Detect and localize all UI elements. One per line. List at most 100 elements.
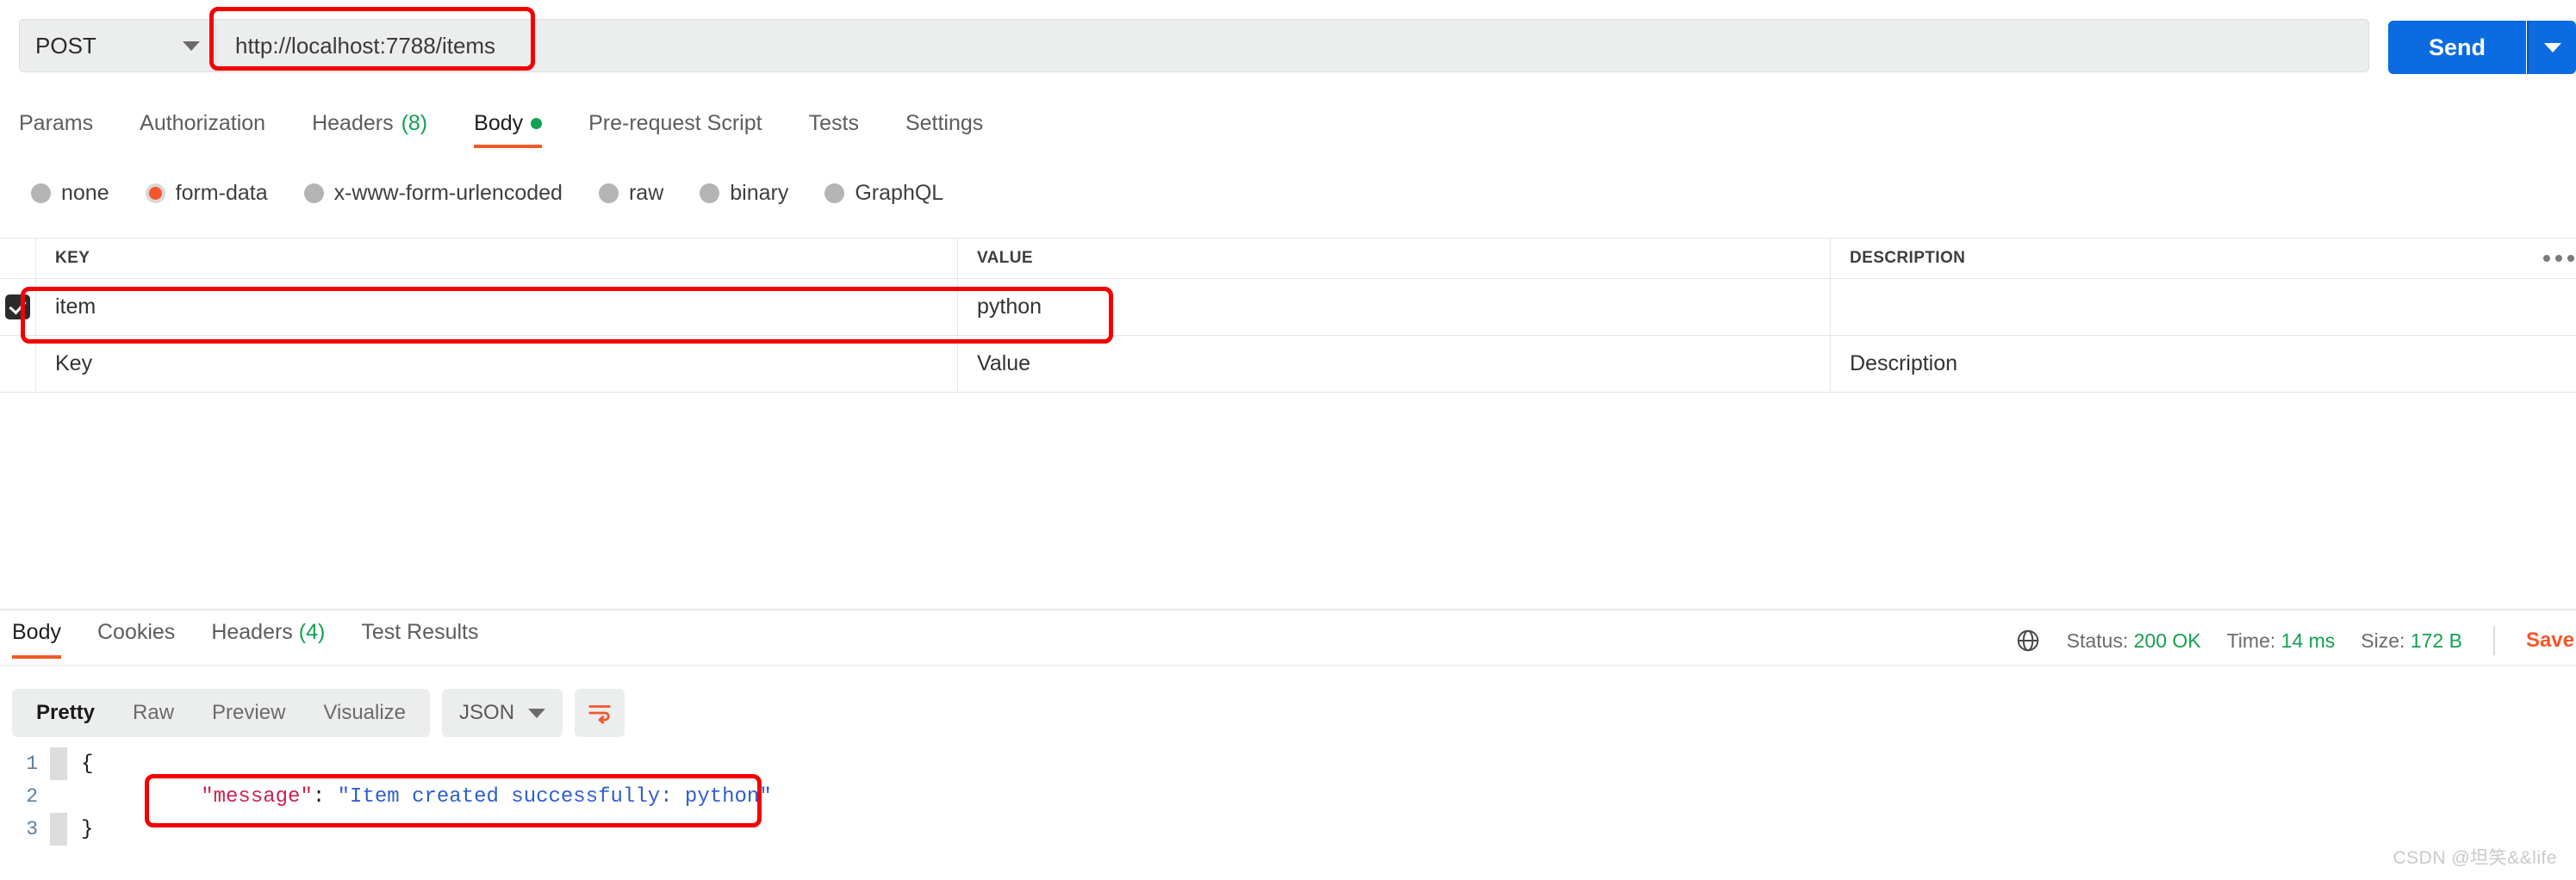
body-type-label: x-www-form-urlencoded bbox=[333, 180, 563, 205]
body-type-binary[interactable]: binary bbox=[700, 181, 788, 206]
http-method-label: POST bbox=[35, 32, 96, 59]
ellipsis-icon[interactable] bbox=[2543, 255, 2574, 262]
tab-label: Settings bbox=[905, 111, 984, 135]
table-row[interactable]: item python bbox=[0, 279, 2576, 336]
view-visualize[interactable]: Visualize bbox=[304, 689, 425, 737]
url-bar: POST http://localhost:7788/items Send bbox=[0, 7, 2576, 74]
row-description-input[interactable] bbox=[1831, 279, 2576, 335]
line-number: 1 bbox=[26, 753, 38, 775]
radio-icon bbox=[700, 183, 720, 203]
size-value: 172 B bbox=[2410, 629, 2462, 652]
header-key: KEY bbox=[36, 239, 958, 278]
tab-pre-request-script[interactable]: Pre-request Script bbox=[588, 108, 762, 148]
row-enabled-checkbox[interactable] bbox=[5, 294, 30, 319]
response-tab-headers-count: (4) bbox=[298, 620, 326, 644]
size-label: Size: bbox=[2361, 629, 2405, 652]
chevron-down-icon bbox=[183, 40, 200, 51]
postman-request-window: POST http://localhost:7788/items Send Pa… bbox=[0, 0, 2576, 880]
tab-label: Authorization bbox=[140, 111, 266, 135]
response-tab-body[interactable]: Body bbox=[12, 617, 61, 659]
http-method-dropdown[interactable]: POST bbox=[19, 19, 215, 72]
radio-icon bbox=[824, 183, 845, 203]
response-format-toolbar: Pretty Raw Preview Visualize JSON bbox=[12, 689, 625, 737]
response-status-bar: Status: 200 OK Time: 14 ms Size: 172 B S… bbox=[2015, 626, 2576, 655]
radio-icon bbox=[303, 183, 324, 203]
code-text: "message": "Item created successfully: p… bbox=[67, 762, 772, 832]
response-tab-test-results[interactable]: Test Results bbox=[361, 617, 478, 659]
status-value: 200 OK bbox=[2133, 629, 2201, 652]
row-value-input[interactable]: python bbox=[958, 279, 1831, 335]
body-type-none[interactable]: none bbox=[31, 181, 109, 206]
tab-label: Pre-request Script bbox=[588, 111, 762, 135]
view-raw[interactable]: Raw bbox=[114, 689, 193, 737]
response-view-switcher: Pretty Raw Preview Visualize bbox=[12, 689, 431, 737]
view-pretty[interactable]: Pretty bbox=[17, 689, 114, 737]
size-group: Size: 172 B bbox=[2361, 629, 2462, 653]
body-type-raw[interactable]: raw bbox=[598, 181, 663, 206]
word-wrap-toggle[interactable] bbox=[575, 689, 625, 737]
header-checkbox-cell bbox=[0, 239, 36, 278]
chevron-down-icon bbox=[528, 708, 546, 718]
tab-settings[interactable]: Settings bbox=[905, 108, 983, 148]
header-value: VALUE bbox=[958, 239, 1831, 278]
tab-label: Headers bbox=[312, 111, 394, 135]
response-tab-headers[interactable]: Headers (4) bbox=[211, 617, 325, 659]
response-tab-cookies[interactable]: Cookies bbox=[97, 617, 175, 659]
watermark: CSDN @坦笑&&life bbox=[2392, 848, 2557, 868]
json-key: "message" bbox=[201, 784, 313, 809]
body-type-form-data[interactable]: form-data bbox=[145, 180, 268, 206]
tab-headers[interactable]: Headers (8) bbox=[312, 108, 427, 148]
fold-gutter[interactable] bbox=[50, 813, 67, 846]
body-present-dot-icon bbox=[531, 118, 543, 129]
response-language-dropdown[interactable]: JSON bbox=[442, 689, 563, 737]
status-label: Status: bbox=[2066, 629, 2129, 652]
placeholder-key-input[interactable]: Key bbox=[36, 336, 958, 392]
tab-params[interactable]: Params bbox=[19, 108, 93, 148]
tab-count-badge: (8) bbox=[401, 111, 428, 135]
radio-icon bbox=[598, 183, 619, 203]
line-number: 3 bbox=[26, 818, 38, 840]
response-divider bbox=[0, 609, 2576, 610]
fold-gutter bbox=[50, 780, 67, 813]
view-preview[interactable]: Preview bbox=[193, 689, 304, 737]
request-url-input[interactable]: http://localhost:7788/items bbox=[215, 19, 2369, 72]
tab-tests[interactable]: Tests bbox=[809, 108, 859, 148]
body-type-label: none bbox=[61, 180, 109, 205]
body-type-label: form-data bbox=[175, 180, 268, 205]
save-response-button[interactable]: Save bbox=[2526, 629, 2576, 653]
placeholder-description-input[interactable]: Description bbox=[1831, 336, 2576, 392]
response-tabs-underline bbox=[0, 665, 2576, 666]
response-language-label: JSON bbox=[459, 701, 515, 724]
tab-body[interactable]: Body bbox=[474, 108, 543, 148]
send-options-button[interactable] bbox=[2527, 21, 2576, 74]
word-wrap-icon bbox=[588, 705, 611, 724]
divider bbox=[2492, 626, 2495, 655]
row-key-input[interactable]: item bbox=[36, 279, 958, 335]
body-type-label: binary bbox=[730, 180, 789, 205]
radio-selected-icon bbox=[145, 183, 165, 203]
body-type-x-www-form-urlencoded[interactable]: x-www-form-urlencoded bbox=[303, 180, 563, 206]
tab-authorization[interactable]: Authorization bbox=[140, 108, 265, 148]
header-description-label: DESCRIPTION bbox=[1850, 249, 1966, 267]
response-tabs: Body Cookies Headers (4) Test Results bbox=[0, 617, 515, 665]
tab-label: Body bbox=[474, 111, 524, 135]
code-text: } bbox=[81, 817, 94, 841]
placeholder-value-input[interactable]: Value bbox=[958, 336, 1831, 392]
table-row-placeholder[interactable]: Key Value Description bbox=[0, 336, 2576, 393]
body-type-graphql[interactable]: GraphQL bbox=[824, 181, 943, 206]
row-enabled-checkbox-cell bbox=[0, 279, 36, 335]
radio-icon bbox=[31, 183, 51, 203]
placeholder-checkbox-cell bbox=[0, 336, 36, 392]
header-description: DESCRIPTION bbox=[1831, 239, 2576, 278]
time-label: Time: bbox=[2226, 629, 2276, 652]
request-tabs: Params Authorization Headers (8) Body Pr… bbox=[0, 108, 2576, 155]
globe-icon[interactable] bbox=[2015, 628, 2041, 654]
json-string-value: "Item created successfully: python" bbox=[337, 784, 772, 809]
code-line: 2 "message": "Item created successfully:… bbox=[0, 780, 2576, 813]
send-button[interactable]: Send bbox=[2388, 21, 2526, 74]
body-type-label: GraphQL bbox=[855, 180, 944, 205]
status-group: Status: 200 OK bbox=[2067, 629, 2201, 653]
fold-gutter[interactable] bbox=[50, 747, 67, 780]
time-value: 14 ms bbox=[2280, 629, 2336, 652]
line-number: 2 bbox=[26, 785, 38, 808]
